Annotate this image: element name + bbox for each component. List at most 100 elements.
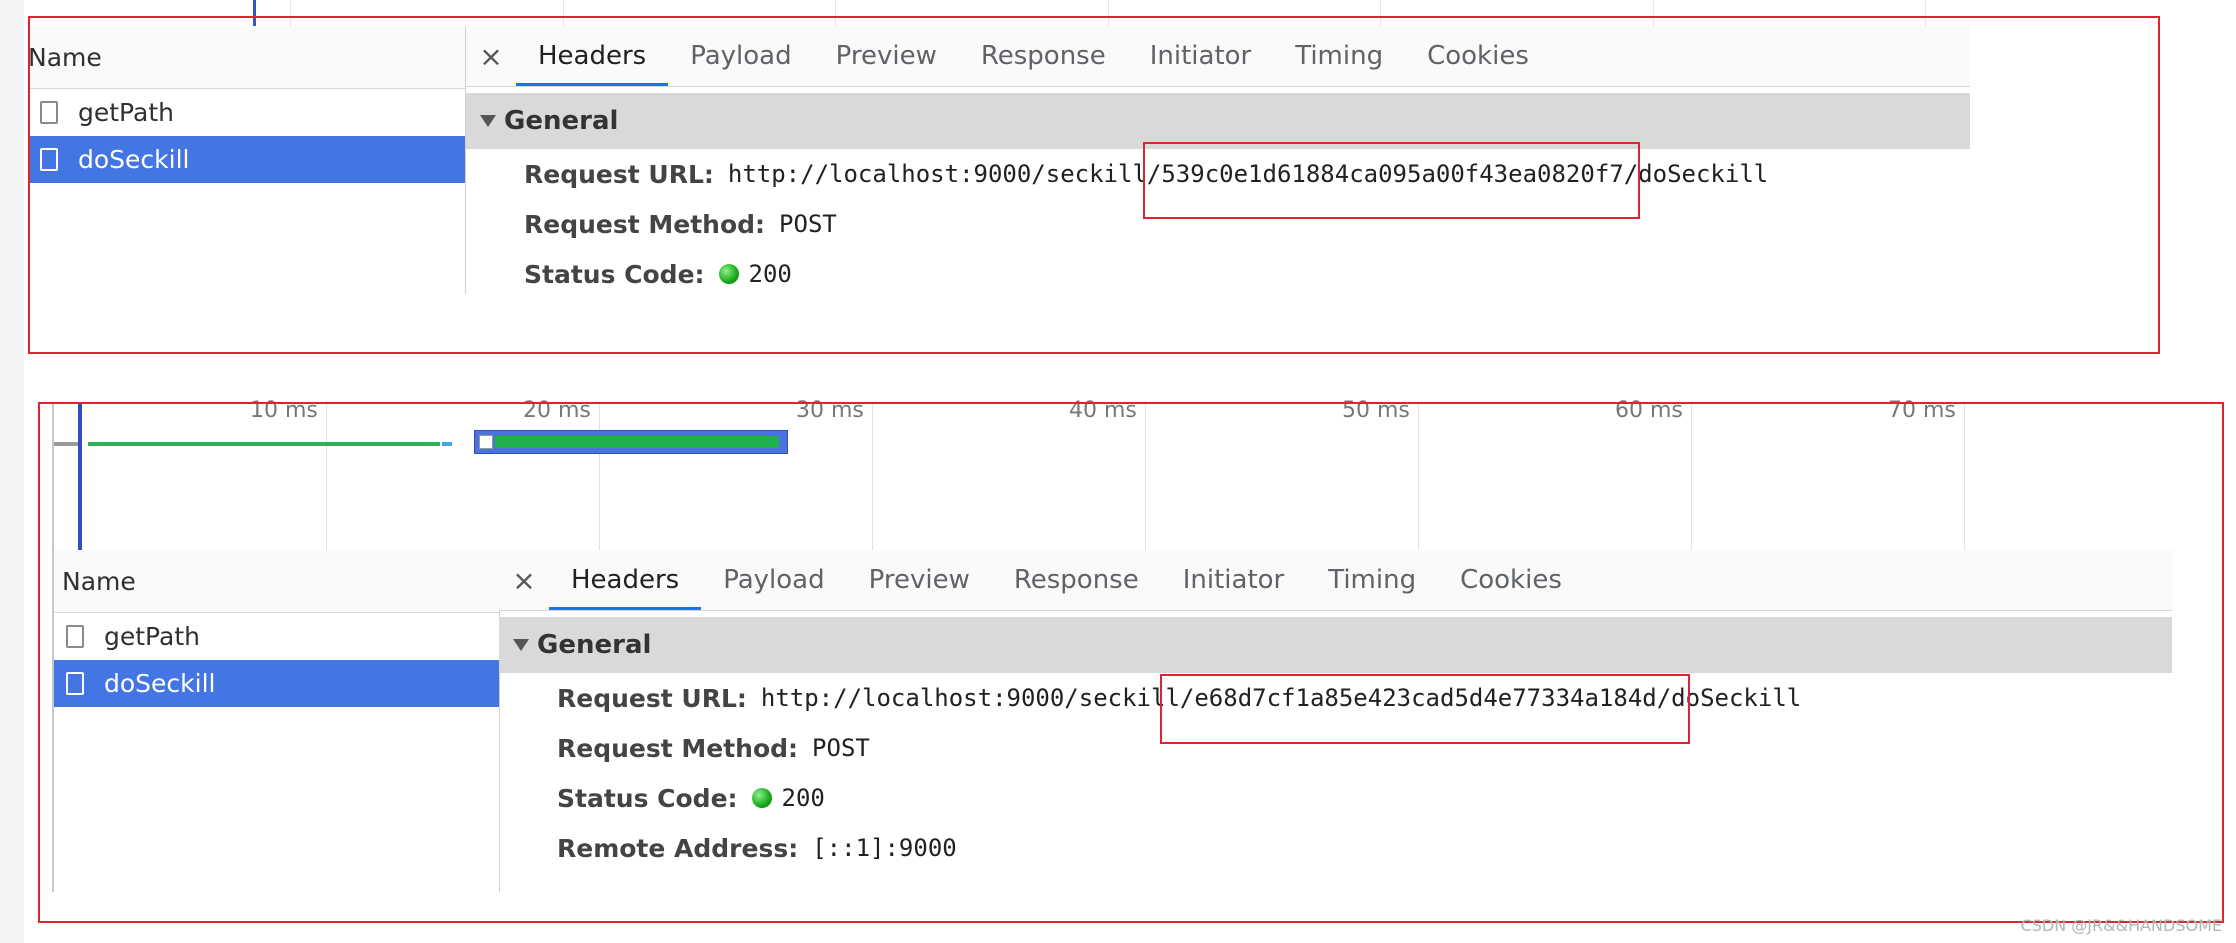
- general-section-header[interactable]: General: [499, 617, 2172, 673]
- grid-line: [835, 0, 836, 26]
- timeline-tick: 10 ms: [250, 398, 318, 423]
- waterfall-marker: [479, 435, 493, 449]
- waterfall-fill: [495, 436, 779, 448]
- detail-tabbar: × Headers Payload Preview Response Initi…: [499, 550, 2172, 611]
- tab-timing[interactable]: Timing: [1306, 550, 1438, 610]
- waterfall-doseckill-bar[interactable]: [474, 430, 788, 454]
- timeline-tick: 60 ms: [1615, 398, 1683, 423]
- waterfall-download-bar: [442, 442, 452, 446]
- tab-preview[interactable]: Preview: [847, 550, 992, 610]
- timeline-tick: 50 ms: [1342, 398, 1410, 423]
- timeline-cursor: [78, 404, 82, 550]
- request-list: Name getPath doSeckill: [28, 26, 466, 294]
- request-url-value: http://localhost:9000/seckill/e68d7cf1a8…: [760, 684, 1802, 712]
- tab-payload[interactable]: Payload: [668, 26, 813, 86]
- tab-headers[interactable]: Headers: [516, 26, 669, 86]
- tab-initiator[interactable]: Initiator: [1161, 550, 1307, 610]
- tab-initiator[interactable]: Initiator: [1128, 26, 1274, 86]
- headers-content: General Request URL: http://localhost:90…: [466, 87, 1970, 287]
- request-method-row: Request Method: POST: [499, 723, 2172, 773]
- request-name: getPath: [104, 622, 200, 651]
- remote-address-row: Remote Address: [::1]:9000: [499, 823, 2172, 873]
- section-title: General: [504, 106, 619, 136]
- grid-line: [1653, 0, 1654, 26]
- request-name: doSeckill: [104, 669, 216, 698]
- green-dot-icon: [751, 788, 772, 808]
- request-method-row: Request Method: POST: [466, 199, 1970, 249]
- document-icon: [66, 625, 84, 648]
- field-key: Request URL:: [557, 683, 747, 713]
- request-url-value: http://localhost:9000/seckill/539c0e1d61…: [727, 160, 1769, 188]
- section-title: General: [537, 630, 652, 660]
- triangle-down-icon: [513, 639, 529, 651]
- watermark: CSDN @JR&&HANDSOME: [2020, 916, 2222, 935]
- request-row-getpath[interactable]: getPath: [28, 89, 465, 136]
- document-icon: [40, 148, 58, 171]
- remote-address-value: [::1]:9000: [812, 834, 957, 862]
- status-code-row: Status Code: 200: [466, 249, 1970, 288]
- field-key: Request URL:: [524, 159, 714, 189]
- grid-line: [1964, 404, 1965, 550]
- tab-cookies[interactable]: Cookies: [1405, 26, 1551, 86]
- tab-response[interactable]: Response: [959, 26, 1128, 86]
- name-column-label: Name: [28, 42, 102, 72]
- tab-cookies[interactable]: Cookies: [1438, 550, 1584, 610]
- grid-line: [1380, 0, 1381, 26]
- document-icon: [40, 101, 58, 124]
- request-url-row: Request URL: http://localhost:9000/secki…: [499, 673, 2172, 723]
- request-row-doseckill[interactable]: doSeckill: [54, 660, 499, 707]
- field-key: Request Method:: [557, 733, 799, 763]
- field-key: Status Code:: [524, 259, 705, 288]
- status-code-value: 200: [748, 260, 792, 287]
- name-column-header[interactable]: Name: [54, 550, 499, 613]
- status-code-value-wrap: 200: [751, 784, 825, 812]
- request-row-getpath[interactable]: getPath: [54, 613, 499, 660]
- tab-preview[interactable]: Preview: [814, 26, 959, 86]
- timeline-tick: 30 ms: [796, 398, 864, 423]
- status-code-value-wrap: 200: [718, 260, 792, 287]
- tab-payload[interactable]: Payload: [701, 550, 846, 610]
- grid-line: [1691, 404, 1692, 550]
- request-method-value: POST: [779, 210, 837, 238]
- grid-line: [1418, 404, 1419, 550]
- tab-headers[interactable]: Headers: [549, 550, 702, 610]
- request-row-doseckill[interactable]: doSeckill: [28, 136, 465, 183]
- timeline-tick: 70 ms: [1888, 398, 1956, 423]
- network-timeline[interactable]: 10 ms 20 ms 30 ms 40 ms 50 ms 60 ms 70 m…: [52, 398, 2174, 550]
- grid-line: [290, 0, 291, 26]
- request-detail-pane: × Headers Payload Preview Response Initi…: [499, 550, 2172, 892]
- status-code-row: Status Code: 200: [499, 773, 2172, 823]
- field-key: Remote Address:: [557, 833, 799, 863]
- timeline-tick: 20 ms: [523, 398, 591, 423]
- request-detail-pane: × Headers Payload Preview Response Initi…: [466, 26, 1970, 294]
- top-timeline-fragment: [28, 0, 1968, 26]
- network-panel-2: Name getPath doSeckill × Headers Payload…: [52, 550, 2172, 892]
- request-name: doSeckill: [78, 145, 190, 174]
- name-column-header[interactable]: Name: [28, 26, 465, 89]
- green-dot-icon: [718, 264, 739, 284]
- name-column-label: Name: [62, 566, 136, 596]
- close-icon[interactable]: ×: [466, 26, 516, 86]
- field-key: Status Code:: [557, 783, 738, 813]
- triangle-down-icon: [480, 115, 496, 127]
- timeline-tick: 40 ms: [1069, 398, 1137, 423]
- tab-timing[interactable]: Timing: [1273, 26, 1405, 86]
- general-section-header[interactable]: General: [466, 93, 1970, 149]
- grid-line: [1145, 404, 1146, 550]
- grid-line: [326, 404, 327, 550]
- grid-line: [599, 404, 600, 550]
- waterfall-queue-bar: [54, 442, 80, 446]
- tab-response[interactable]: Response: [992, 550, 1161, 610]
- grid-line: [872, 404, 873, 550]
- status-code-value: 200: [781, 784, 825, 812]
- request-url-row: Request URL: http://localhost:9000/secki…: [466, 149, 1970, 199]
- request-method-value: POST: [812, 734, 870, 762]
- field-key: Request Method:: [524, 209, 766, 239]
- close-icon[interactable]: ×: [499, 550, 549, 610]
- waterfall-getpath-bar[interactable]: [88, 442, 440, 446]
- request-list: Name getPath doSeckill: [52, 550, 500, 892]
- grid-line: [1108, 0, 1109, 26]
- timeline-cursor: [253, 0, 256, 26]
- left-window-strip: [0, 0, 24, 943]
- headers-content: General Request URL: http://localhost:90…: [499, 611, 2172, 893]
